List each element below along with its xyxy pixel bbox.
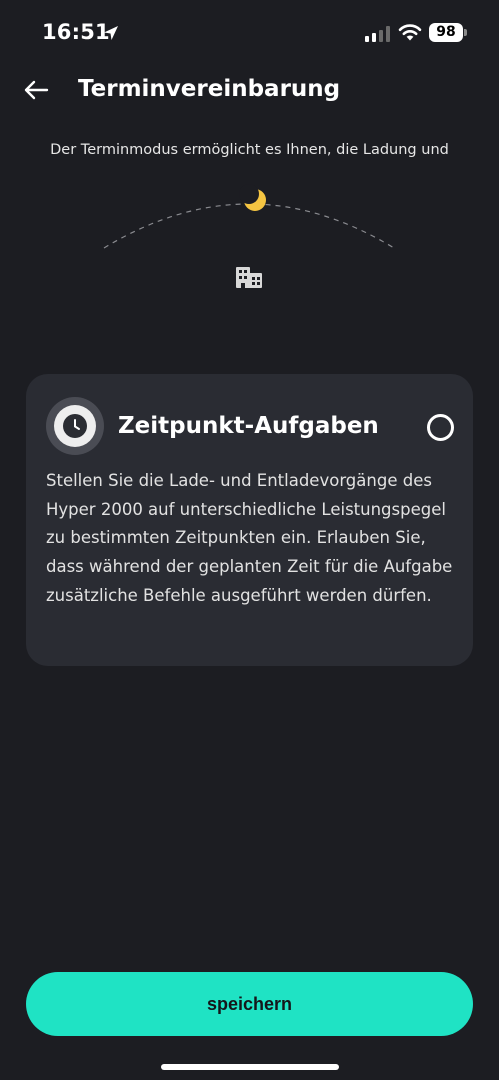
arc-path — [103, 203, 395, 249]
save-button[interactable]: speichern — [26, 972, 473, 1036]
intro-text: Der Terminmodus ermöglicht es Ihnen, die… — [50, 142, 449, 158]
battery-indicator: 98 — [429, 23, 463, 42]
schedule-screen: 16:51 98 Terminvereinbarung Der Terminmo… — [0, 0, 499, 1080]
status-bar: 16:51 98 — [0, 0, 499, 60]
day-night-arc-illustration — [103, 184, 395, 288]
building-icon — [236, 267, 262, 288]
back-button[interactable] — [20, 74, 52, 106]
arrow-left-icon — [24, 80, 49, 100]
cellular-signal-icon — [365, 26, 390, 42]
moon-icon — [239, 184, 266, 211]
page-title: Terminvereinbarung — [78, 76, 341, 102]
clock-icon — [54, 405, 96, 447]
mode-radio-button[interactable] — [427, 414, 454, 441]
battery-cap — [464, 29, 467, 36]
status-time: 16:51 — [42, 20, 110, 44]
clock-badge — [46, 397, 104, 455]
card-title: Zeitpunkt-Aufgaben — [118, 413, 379, 439]
wifi-icon — [398, 24, 422, 41]
card-description: Stellen Sie die Lade- und Entladevorgäng… — [46, 471, 453, 605]
location-arrow-icon — [104, 26, 118, 40]
mode-card-time-tasks[interactable]: Zeitpunkt-Aufgaben Stellen Sie die Lade-… — [26, 374, 473, 666]
home-indicator — [161, 1064, 339, 1070]
